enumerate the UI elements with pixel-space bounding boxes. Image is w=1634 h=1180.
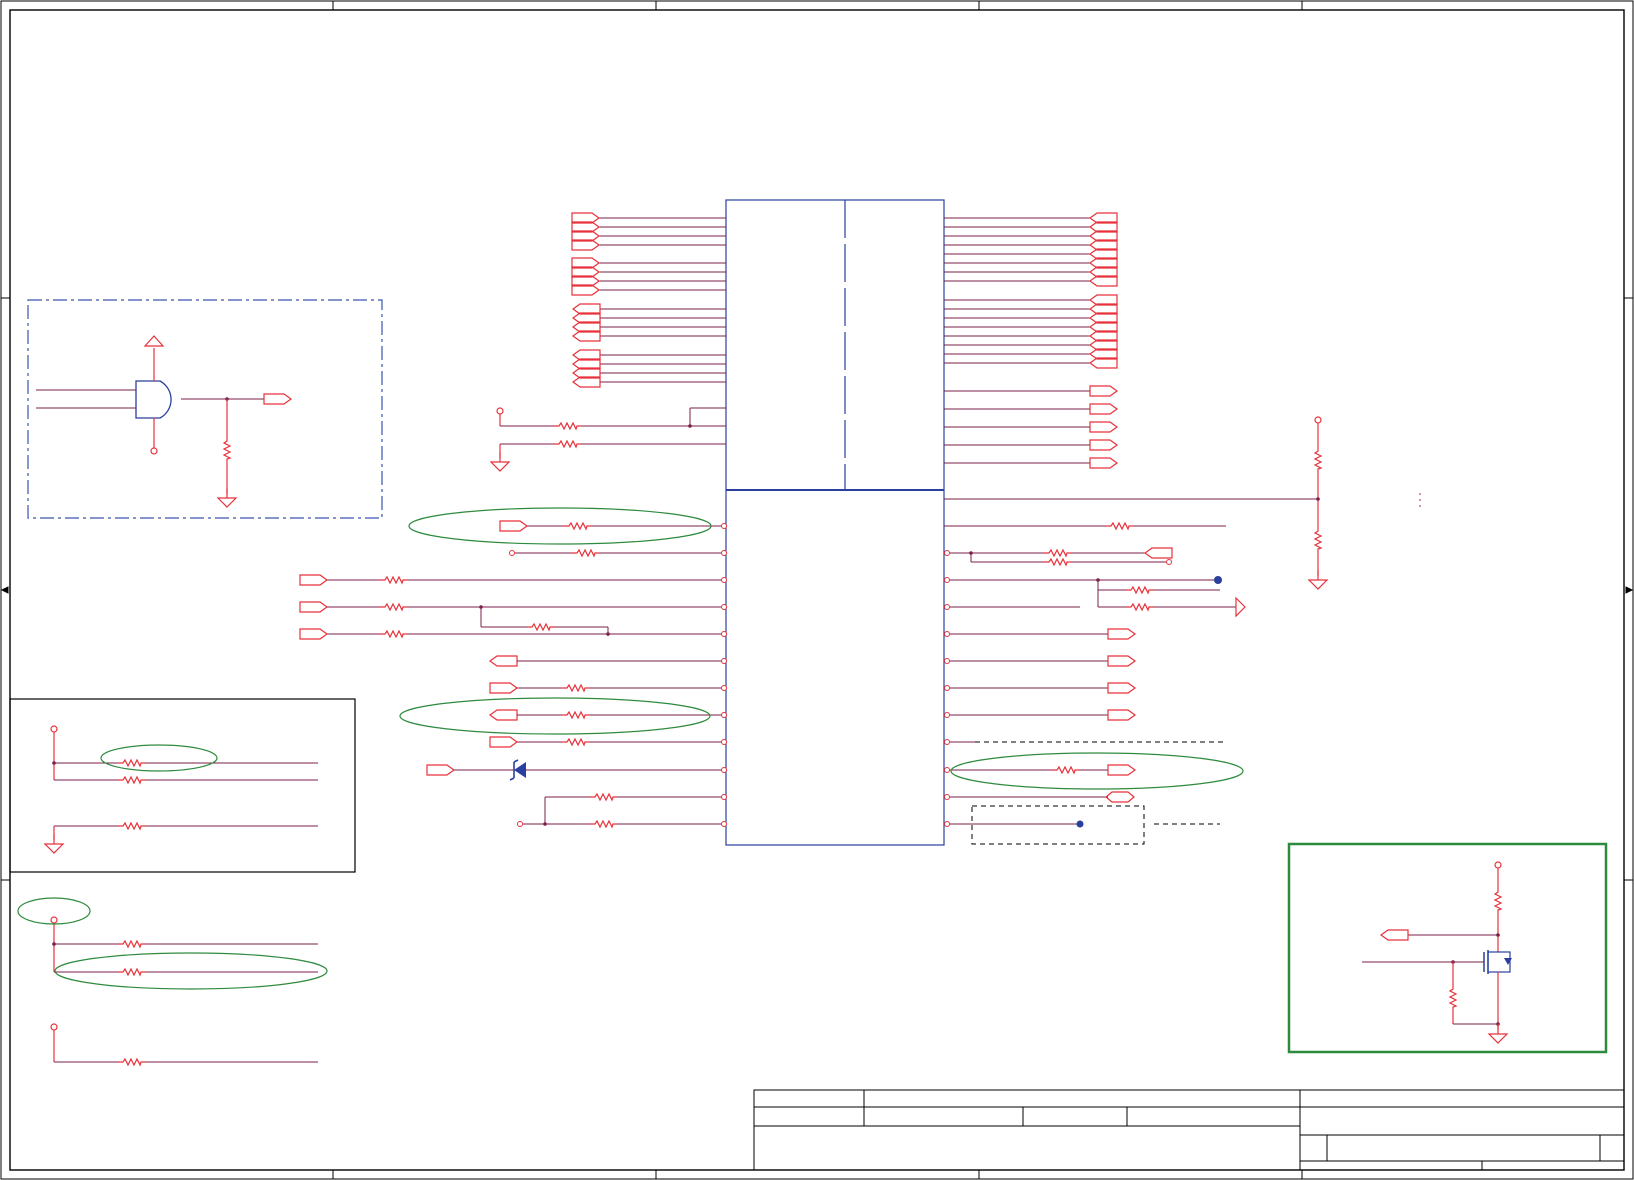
resistor-icon [526,623,556,631]
junction-dot-icon [688,424,692,428]
power-rail-icon [1494,861,1502,869]
port-icon [263,393,292,405]
resistor-icon [117,776,147,784]
power-rail-icon [143,335,165,347]
resistor-icon [589,820,619,828]
resistor-icon [1449,983,1457,1013]
resistor-icon [117,759,147,767]
and-gate-block [27,299,383,519]
resistor-icon [223,435,231,465]
port-icon [1107,628,1136,640]
title-block [753,1089,1625,1171]
mosfet-icon[interactable] [1483,950,1512,974]
port-icon [489,709,518,721]
resistor-icon [571,549,601,557]
resistor-icon [117,968,147,976]
highlight-ellipse [950,752,1244,790]
resistor-icon [1105,522,1135,530]
zone-ticks [0,1,1634,1179]
voltage-divider [1308,416,1421,590]
left-bus-group-4 [572,349,726,388]
resistor-icon [117,822,147,830]
sheet-frame [0,0,1634,1180]
port-icon [299,574,328,586]
right-bus-group-2 [944,294,1118,369]
resistor-icon [561,711,591,719]
power-rail-icon [50,725,58,733]
resistor-icon [589,793,619,801]
resistor-icon [1043,558,1073,566]
lower-left-block [9,698,356,873]
port-icon [1089,421,1118,433]
ground-icon [44,833,64,854]
resistor-icon [379,576,409,584]
resistor-icon [1494,886,1502,916]
port-icon [426,764,455,776]
resistor-icon [553,422,583,430]
port-icon [1089,385,1118,397]
main-ic[interactable] [725,199,945,846]
strap-resistors-upper [490,407,726,472]
resistor-icon [117,1058,147,1066]
resistor-icon [1125,603,1155,611]
resistor-icon [563,522,593,530]
right-output-ports [944,385,1118,469]
ground-icon [1488,1023,1508,1044]
port-icon [1380,929,1409,941]
port-icon [1107,655,1136,667]
power-rail-icon [1314,416,1322,424]
port-icon [1144,547,1173,559]
port-icon [489,682,518,694]
left-bus-group-3 [572,303,726,342]
resistor-icon [561,684,591,692]
right-bus-group-1 [944,212,1118,287]
junction-dot-icon [1316,497,1320,501]
power-rail-icon [496,407,504,415]
ground-icon [217,487,237,508]
resistor-icon [1051,766,1081,774]
ic-right-signals [944,498,1318,845]
port-icon [1089,439,1118,451]
schematic-sheet [0,0,1634,1180]
port-icon [1107,764,1136,776]
highlight-ellipse [100,744,218,772]
resistor-icon [379,630,409,638]
resistor-icon [1043,549,1073,557]
left-bus-group-2 [571,257,726,296]
ground-icon [1308,569,1328,590]
junction-dot-icon [1214,576,1222,584]
ic-left-signals [299,520,727,828]
port-icon [1107,709,1136,721]
and-gate-icon[interactable] [135,380,172,419]
resistor-icon [1314,445,1322,475]
resistor-icon [379,603,409,611]
junction-dot-icon [1076,820,1084,828]
power-rail-icon [50,916,58,924]
power-rail-icon [1235,596,1246,618]
resistor-icon [561,738,591,746]
resistor-icon [553,440,583,448]
port-icon [1089,457,1118,469]
port-icon [299,628,328,640]
power-rail-icon [50,1023,58,1031]
port-icon [1105,791,1135,803]
ground-icon [490,451,510,472]
port-icon [299,601,328,613]
resistor-icon [1314,525,1322,555]
highlight-ellipse [399,697,711,735]
port-icon [489,655,518,667]
port-icon [489,736,518,748]
left-bus-group-1 [571,212,726,251]
port-icon [499,520,528,532]
resistor-icon [117,940,147,948]
mosfet-block [1287,842,1608,1054]
bottom-left-straps [50,916,318,1066]
resistor-icon [1125,586,1155,594]
port-icon [1107,682,1136,694]
port-icon [1089,403,1118,415]
highlight-ellipse [54,952,328,990]
